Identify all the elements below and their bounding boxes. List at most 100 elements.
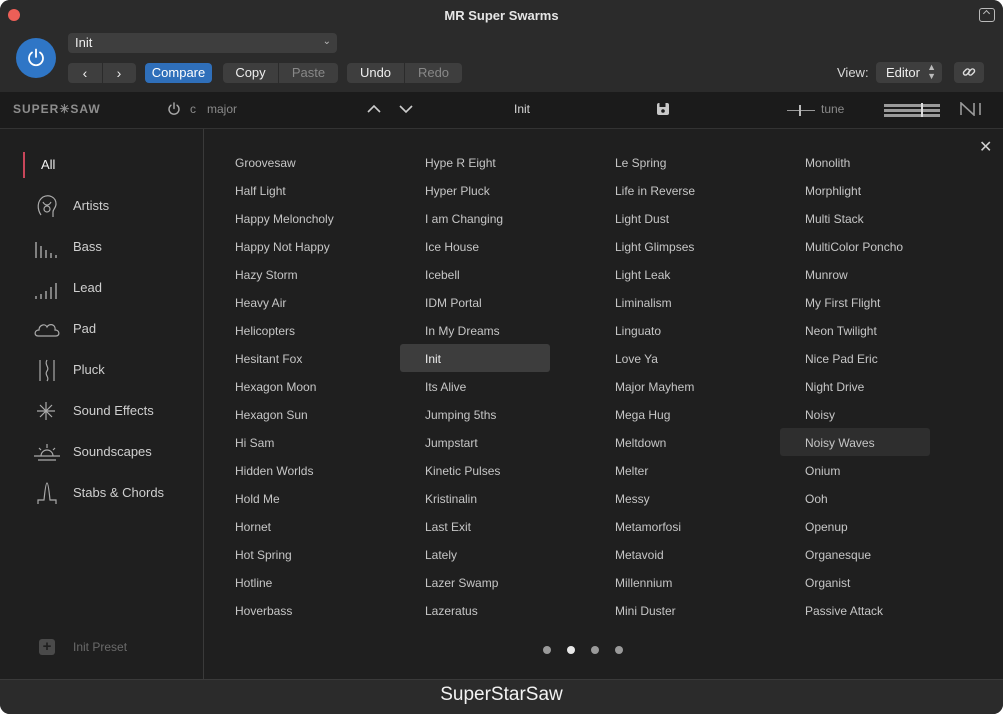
- preset-item[interactable]: Groovesaw: [210, 148, 360, 176]
- preset-item[interactable]: Liminalism: [590, 288, 740, 316]
- preset-item[interactable]: Night Drive: [780, 372, 930, 400]
- preset-item[interactable]: Ooh: [780, 484, 930, 512]
- preset-item[interactable]: Metavoid: [590, 540, 740, 568]
- page-dot[interactable]: [591, 646, 599, 654]
- preset-item[interactable]: Helicopters: [210, 316, 360, 344]
- preset-item[interactable]: Noisy Waves: [780, 428, 930, 456]
- page-dot[interactable]: [543, 646, 551, 654]
- preset-item[interactable]: Messy: [590, 484, 740, 512]
- previous-preset-button[interactable]: ‹: [68, 63, 102, 83]
- compare-button[interactable]: Compare: [145, 63, 212, 83]
- preset-dropdown[interactable]: Init ⌄: [68, 33, 337, 53]
- category-sound-effects[interactable]: Sound Effects: [0, 396, 200, 426]
- preset-item[interactable]: Happy Meloncholy: [210, 204, 360, 232]
- preset-item[interactable]: Jumping 5ths: [400, 400, 550, 428]
- preset-item[interactable]: Multi Stack: [780, 204, 930, 232]
- preset-item[interactable]: Init: [400, 344, 550, 372]
- preset-item[interactable]: Passive Attack: [780, 596, 930, 624]
- paste-button[interactable]: Paste: [279, 63, 338, 83]
- preset-item[interactable]: Nice Pad Eric: [780, 344, 930, 372]
- power-icon[interactable]: [167, 102, 181, 116]
- next-preset-button[interactable]: ›: [102, 63, 136, 83]
- link-button[interactable]: [954, 62, 984, 83]
- preset-item[interactable]: Mini Duster: [590, 596, 740, 624]
- chevron-up-icon[interactable]: [366, 101, 382, 117]
- preset-item[interactable]: Lazeratus: [400, 596, 550, 624]
- preset-item[interactable]: Mega Hug: [590, 400, 740, 428]
- preset-item[interactable]: Noisy: [780, 400, 930, 428]
- preset-item[interactable]: Millennium: [590, 568, 740, 596]
- scale-selector[interactable]: major: [207, 102, 237, 116]
- category-all[interactable]: All: [0, 150, 200, 180]
- key-selector[interactable]: c: [190, 102, 196, 116]
- preset-item[interactable]: Icebell: [400, 260, 550, 288]
- category-stabs-chords[interactable]: Stabs & Chords: [0, 478, 200, 508]
- category-pluck[interactable]: Pluck: [0, 355, 200, 385]
- preset-item[interactable]: Kristinalin: [400, 484, 550, 512]
- preset-item[interactable]: Major Mayhem: [590, 372, 740, 400]
- preset-item[interactable]: Neon Twilight: [780, 316, 930, 344]
- expand-icon[interactable]: [979, 8, 995, 22]
- preset-item[interactable]: Last Exit: [400, 512, 550, 540]
- category-pad[interactable]: Pad: [0, 314, 200, 344]
- preset-item[interactable]: Hexagon Sun: [210, 400, 360, 428]
- view-dropdown[interactable]: Editor ▲ ▼: [876, 62, 942, 83]
- preset-item[interactable]: Hotline: [210, 568, 360, 596]
- preset-item[interactable]: Hold Me: [210, 484, 360, 512]
- preset-item[interactable]: Hi Sam: [210, 428, 360, 456]
- preset-item[interactable]: Morphlight: [780, 176, 930, 204]
- power-button[interactable]: [16, 38, 56, 78]
- preset-item[interactable]: Light Leak: [590, 260, 740, 288]
- preset-item[interactable]: Hyper Pluck: [400, 176, 550, 204]
- page-dot[interactable]: [615, 646, 623, 654]
- preset-item[interactable]: Its Alive: [400, 372, 550, 400]
- preset-item[interactable]: I am Changing: [400, 204, 550, 232]
- tune-slider[interactable]: [787, 105, 815, 116]
- preset-item[interactable]: Heavy Air: [210, 288, 360, 316]
- preset-item[interactable]: My First Flight: [780, 288, 930, 316]
- preset-item[interactable]: Half Light: [210, 176, 360, 204]
- preset-item[interactable]: Happy Not Happy: [210, 232, 360, 260]
- preset-item[interactable]: Hazy Storm: [210, 260, 360, 288]
- category-soundscapes[interactable]: Soundscapes: [0, 437, 200, 467]
- preset-item[interactable]: Metamorfosi: [590, 512, 740, 540]
- redo-button[interactable]: Redo: [405, 63, 462, 83]
- preset-item[interactable]: Onium: [780, 456, 930, 484]
- preset-item[interactable]: Linguato: [590, 316, 740, 344]
- preset-item[interactable]: Love Ya: [590, 344, 740, 372]
- preset-item[interactable]: Monolith: [780, 148, 930, 176]
- preset-item[interactable]: Organesque: [780, 540, 930, 568]
- preset-item[interactable]: MultiColor Poncho: [780, 232, 930, 260]
- preset-item[interactable]: Hornet: [210, 512, 360, 540]
- preset-item[interactable]: Kinetic Pulses: [400, 456, 550, 484]
- preset-item[interactable]: Melter: [590, 456, 740, 484]
- save-icon[interactable]: [656, 102, 670, 116]
- preset-item[interactable]: Life in Reverse: [590, 176, 740, 204]
- preset-item[interactable]: Hidden Worlds: [210, 456, 360, 484]
- preset-item[interactable]: Openup: [780, 512, 930, 540]
- category-lead[interactable]: Lead: [0, 273, 200, 303]
- preset-item[interactable]: Light Glimpses: [590, 232, 740, 260]
- preset-item[interactable]: Light Dust: [590, 204, 740, 232]
- preset-item[interactable]: Hype R Eight: [400, 148, 550, 176]
- preset-item[interactable]: Hoverbass: [210, 596, 360, 624]
- init-preset-button[interactable]: + Init Preset: [0, 637, 200, 661]
- preset-item[interactable]: Munrow: [780, 260, 930, 288]
- preset-item[interactable]: IDM Portal: [400, 288, 550, 316]
- preset-item[interactable]: Meltdown: [590, 428, 740, 456]
- preset-item[interactable]: In My Dreams: [400, 316, 550, 344]
- preset-item[interactable]: Hesitant Fox: [210, 344, 360, 372]
- preset-item[interactable]: Hexagon Moon: [210, 372, 360, 400]
- page-dot[interactable]: [567, 646, 575, 654]
- category-artists[interactable]: Artists: [0, 191, 200, 221]
- current-preset-name[interactable]: Init: [514, 102, 530, 116]
- chevron-down-icon[interactable]: [398, 101, 414, 117]
- mixer-bars-icon[interactable]: [884, 103, 940, 117]
- preset-item[interactable]: Lately: [400, 540, 550, 568]
- preset-item[interactable]: Le Spring: [590, 148, 740, 176]
- category-bass[interactable]: Bass: [0, 232, 200, 262]
- preset-item[interactable]: Organist: [780, 568, 930, 596]
- copy-button[interactable]: Copy: [223, 63, 278, 83]
- preset-item[interactable]: Hot Spring: [210, 540, 360, 568]
- preset-item[interactable]: Lazer Swamp: [400, 568, 550, 596]
